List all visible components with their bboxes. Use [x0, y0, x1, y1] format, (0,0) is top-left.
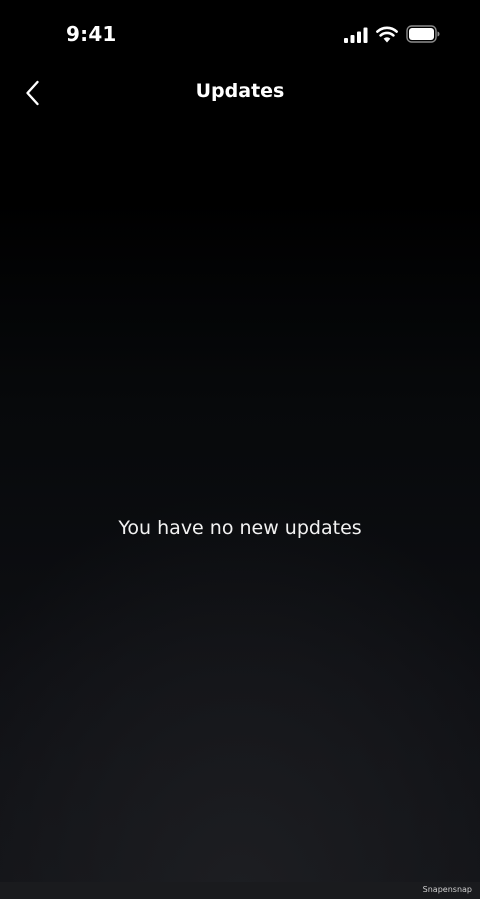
empty-state-message: You have no new updates: [118, 517, 362, 539]
status-time: 9:41: [66, 22, 117, 46]
updates-screen: 9:41 Updates You have no new updates Sna…: [0, 0, 480, 899]
navigation-bar: Updates: [0, 70, 480, 116]
signal-icon: [344, 27, 368, 43]
wifi-icon: [376, 26, 398, 43]
watermark: Snapensnap: [422, 885, 472, 894]
bottom-strip: [0, 882, 480, 899]
status-bar: 9:41: [0, 0, 480, 70]
battery-icon: [406, 25, 440, 43]
page-title: Updates: [195, 80, 285, 102]
